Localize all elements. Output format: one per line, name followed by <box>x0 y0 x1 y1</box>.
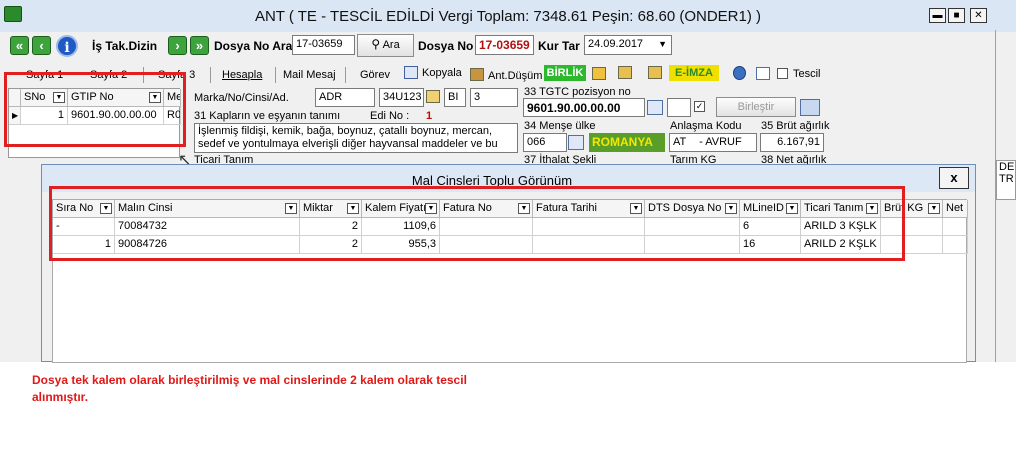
kur-tar-value: 24.09.2017 <box>588 38 644 50</box>
marka-field[interactable]: ADR <box>315 88 375 107</box>
kopyala-button[interactable]: Kopyala <box>422 67 462 79</box>
info-icon[interactable]: i <box>56 35 78 57</box>
lookup-icon[interactable] <box>568 135 584 150</box>
tgtc-field[interactable]: 9601.90.00.00.00 <box>523 98 645 117</box>
prev-record-icon[interactable]: ‹ <box>32 36 51 55</box>
dosya-no-ara-label: Dosya No Ara <box>214 39 293 53</box>
code-field[interactable]: 34U123 <box>379 88 424 107</box>
marka-label: Marka/No/Cinsi/Ad. <box>194 92 289 104</box>
copy-icon[interactable] <box>404 66 418 79</box>
close-button[interactable]: ✕ <box>970 8 987 23</box>
dosya-no-field[interactable]: 17-03659 <box>475 35 534 55</box>
edit-icon[interactable] <box>426 90 440 103</box>
checkbox-checked-icon[interactable]: ✓ <box>694 101 705 112</box>
highlight-box <box>4 72 186 147</box>
minimize-button[interactable]: ▬ <box>929 8 946 23</box>
folder-upload-icon[interactable] <box>618 66 632 79</box>
kur-tar-label: Kur Tar <box>538 39 580 53</box>
tab-separator <box>275 67 276 83</box>
anlasma-value: AT <box>673 136 687 148</box>
e-imza-button[interactable]: E-İMZA <box>669 65 719 81</box>
side-panel-text: TR <box>999 173 1014 185</box>
annotation-line-1: Dosya tek kalem olarak birleştirilmiş ve… <box>32 373 467 387</box>
ara-button[interactable]: ⚲ Ara <box>357 34 414 57</box>
table-cell[interactable] <box>943 218 968 236</box>
kap-count-field[interactable]: 3 <box>470 88 518 107</box>
birlestir-button[interactable]: Birleştir <box>716 97 796 117</box>
birlik-button[interactable]: BİRLİK <box>544 65 586 81</box>
description-textarea[interactable]: İşlenmiş fildişi, kemik, bağa, boynuz, ç… <box>194 123 518 153</box>
chevron-down-icon: ▼ <box>658 39 667 49</box>
anlasma-desc: - AVRUF <box>699 136 742 148</box>
search-input[interactable]: 17-03659 <box>292 35 355 55</box>
zoom-document-icon[interactable] <box>756 67 770 80</box>
tescil-label: Tescil <box>793 68 821 80</box>
tescil-checkbox[interactable] <box>777 68 788 79</box>
bi-field[interactable]: BI <box>444 88 466 107</box>
folder-export-icon[interactable] <box>648 66 662 79</box>
next-record-icon[interactable]: › <box>168 36 187 55</box>
first-record-icon[interactable]: « <box>10 36 29 55</box>
kur-tar-select[interactable]: 24.09.2017 ▼ <box>584 35 672 55</box>
ara-button-label: Ara <box>382 39 400 51</box>
mense-label: 34 Menşe ülke <box>524 120 596 132</box>
dialog-close-button[interactable]: x <box>939 167 969 189</box>
side-panel-text: DE <box>999 161 1015 173</box>
brut-field[interactable]: 6.167,91 <box>760 133 824 152</box>
highlight-box <box>49 186 905 261</box>
mail-mesaj-button[interactable]: Mail Mesaj <box>283 69 336 81</box>
tgtc-label: 33 TGTC pozisyon no <box>524 86 631 98</box>
is-tak-dizin-label[interactable]: İş Tak.Dizin <box>92 39 157 53</box>
mense-code-field[interactable]: 066 <box>523 133 567 152</box>
blank-field[interactable] <box>667 98 691 117</box>
keyboard-icon[interactable] <box>800 99 820 116</box>
search-icon: ⚲ <box>371 37 381 51</box>
tab-separator <box>210 67 211 83</box>
ant-dusum-button[interactable]: Ant.Düşüm <box>488 70 542 82</box>
kaplar-label: 31 Kapların ve eşyanın tanımı <box>194 110 341 122</box>
user-icon[interactable] <box>733 66 746 80</box>
brut-label: 35 Brüt ağırlık <box>761 120 830 132</box>
anlasma-label: Anlaşma Kodu <box>670 120 742 132</box>
tab-separator <box>345 67 346 83</box>
dosya-no-label: Dosya No <box>418 39 474 53</box>
column-header-net[interactable]: Net <box>943 200 968 218</box>
box-icon[interactable] <box>470 68 484 81</box>
folder-icon[interactable] <box>592 67 606 80</box>
last-record-icon[interactable]: » <box>190 36 209 55</box>
anlasma-select[interactable]: AT - AVRUF <box>669 133 757 152</box>
side-panel: DE TR <box>996 160 1016 200</box>
maximize-button[interactable]: ■ <box>948 8 965 23</box>
filter-dropdown-icon[interactable]: ▼ <box>928 203 940 214</box>
hesapla-button[interactable]: Hesapla <box>222 69 262 81</box>
mense-name: ROMANYA <box>589 133 665 152</box>
annotation-line-2: alınmıştır. <box>32 390 89 404</box>
lookup-icon[interactable] <box>647 100 663 115</box>
window-title: ANT ( TE - TESCİL EDİLDİ Vergi Toplam: 7… <box>254 8 762 25</box>
table-cell[interactable] <box>943 236 968 254</box>
edi-label: Edi No : <box>370 110 410 122</box>
gorev-button[interactable]: Görev <box>360 69 390 81</box>
edi-value: 1 <box>426 110 433 122</box>
